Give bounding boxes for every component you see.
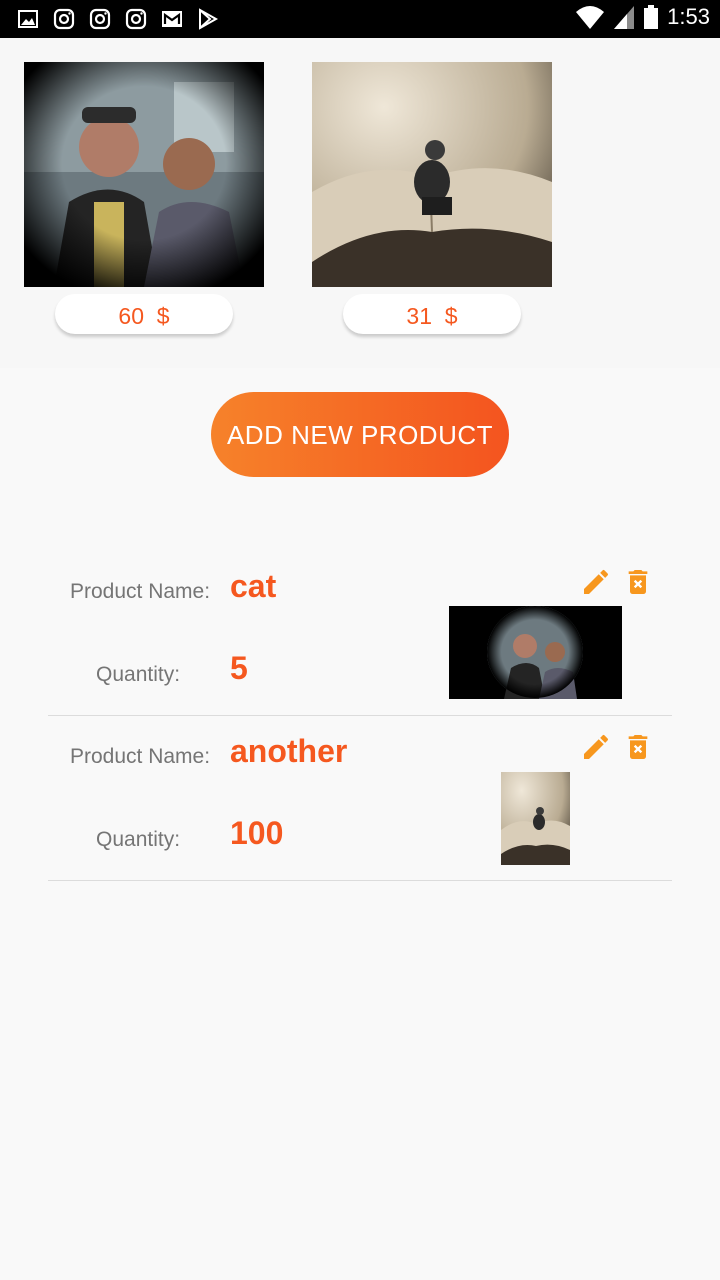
product-card[interactable]: 60 $: [24, 62, 264, 334]
list-item[interactable]: Product Name: another Quantity: 100: [48, 715, 672, 881]
signal-icon: [614, 6, 635, 29]
price-value: 60: [118, 303, 144, 329]
product-name-value: cat: [230, 568, 277, 604]
product-name-label: Product Name:: [70, 745, 211, 768]
product-name-value: another: [230, 733, 348, 769]
product-image[interactable]: [24, 62, 264, 287]
delete-icon[interactable]: [622, 731, 654, 763]
status-bar: 1:53: [0, 0, 720, 38]
price-badge: 31 $: [343, 294, 521, 334]
battery-icon: [644, 5, 659, 29]
instagram-icon: [89, 8, 111, 30]
product-card[interactable]: 31 $: [312, 62, 552, 334]
price-badge: 60 $: [55, 294, 233, 334]
add-product-button[interactable]: ADD NEW PRODUCT: [211, 392, 509, 477]
quantity-value: 100: [230, 815, 284, 851]
gmail-icon: [162, 11, 182, 27]
clock: 1:53: [667, 4, 710, 29]
price-value: 31: [406, 303, 432, 329]
list-item[interactable]: Product Name: cat Quantity: 5: [48, 550, 672, 716]
wifi-icon: [576, 6, 605, 29]
edit-icon[interactable]: [580, 731, 612, 763]
gallery-icon: [18, 10, 38, 28]
product-thumbnail: [449, 606, 622, 699]
instagram-icon: [53, 8, 75, 30]
product-gallery: 60 $ 31 $: [0, 38, 720, 368]
edit-icon[interactable]: [580, 566, 612, 598]
product-name-label: Product Name:: [70, 580, 211, 603]
quantity-label: Quantity:: [96, 828, 181, 851]
play-store-icon: [199, 8, 219, 30]
quantity-label: Quantity:: [96, 663, 181, 686]
quantity-value: 5: [230, 650, 248, 686]
price-currency: $: [156, 303, 170, 329]
instagram-icon: [125, 8, 147, 30]
product-image[interactable]: [312, 62, 552, 287]
product-thumbnail: [501, 772, 570, 865]
price-currency: $: [444, 303, 458, 329]
delete-icon[interactable]: [622, 566, 654, 598]
